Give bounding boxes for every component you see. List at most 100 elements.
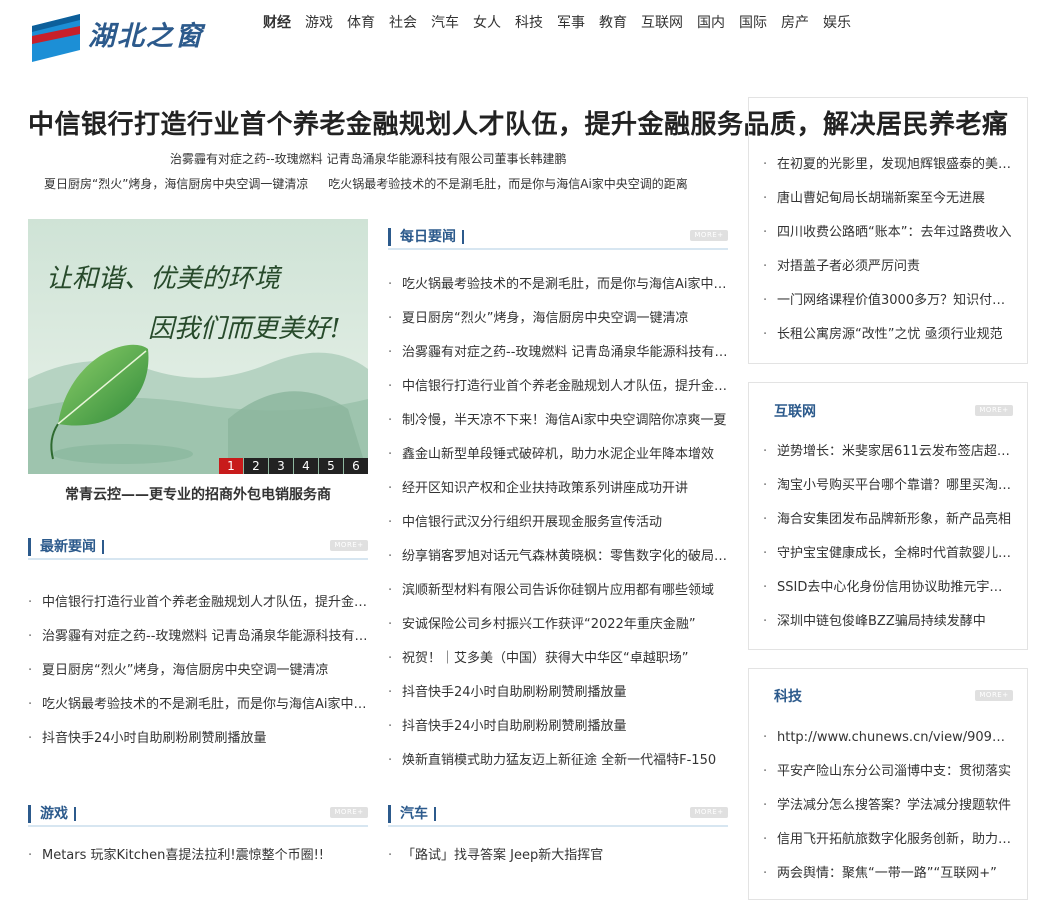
sub-headline-2b[interactable]: 吃火锅最考验技术的不是涮毛肚，而是你与海信Ai家中央空调的距离 <box>328 177 688 191</box>
nav-item[interactable]: 汽车 <box>424 12 466 32</box>
more-button[interactable]: MORE+ <box>690 230 728 241</box>
list-item[interactable]: 抖音快手24小时自助刷粉刷赞刷播放量 <box>28 722 368 756</box>
tech-header: 科技 MORE+ <box>774 686 1013 706</box>
latest-news-section: 最新要闻 MORE+ 中信银行打造行业首个养老金融规划人才队伍，提升金融服务品质… <box>28 536 368 756</box>
nav-item[interactable]: 互联网 <box>634 12 690 32</box>
sub-headline-2a[interactable]: 夏日厨房“烈火”烤身，海信厨房中央空调一键清凉 <box>44 177 308 191</box>
slideshow-caption[interactable]: 常青云控——更专业的招商外包电销服务商 <box>28 484 368 504</box>
logo-emblem-icon <box>32 14 80 62</box>
list-item[interactable]: 抖音快手24小时自助刷粉刷赞刷播放量 <box>388 710 728 744</box>
list-item[interactable]: 逆势增长：米斐家居611云发布签店超预期 <box>763 435 1013 469</box>
list-item[interactable]: 平安产险山东分公司淄博中支：贯彻落实 <box>763 755 1013 789</box>
list-item[interactable]: 一门网络课程价值3000多万？知识付费乱象 <box>763 284 1013 318</box>
list-item[interactable]: Metars 玩家Kitchen喜提法拉利!震惊整个币圈!! <box>28 839 368 873</box>
list-item[interactable]: 治雾霾有对症之药--玫瑰燃料 记青岛涌泉华能源科技有限公司董事长 <box>388 336 728 370</box>
games-section: 游戏 MORE+ Metars 玩家Kitchen喜提法拉利!震惊整个币圈!! <box>28 803 368 873</box>
slideshow-page-button[interactable]: 1 <box>219 458 243 474</box>
list-item[interactable]: 焕新直销模式助力猛友迈上新征途 全新一代福特F-150 <box>388 744 728 778</box>
list-item[interactable]: 治雾霾有对症之药--玫瑰燃料 记青岛涌泉华能源科技有限公司董事长 <box>28 620 368 654</box>
tech-list: http://www.chunews.cn/view/9093.html平安产险… <box>763 721 1013 891</box>
latest-news-header: 最新要闻 MORE+ <box>28 536 368 560</box>
list-item[interactable]: 安诚保险公司乡村振兴工作获评“2022年重庆金融” <box>388 608 728 642</box>
side-top-box: 在初夏的光影里，发现旭辉银盛泰的美好生活唐山曹妃甸局长胡瑞新案至今无进展四川收费… <box>748 97 1028 364</box>
tech-title[interactable]: 科技 <box>774 689 802 705</box>
more-button[interactable]: MORE+ <box>330 540 368 551</box>
sub-headline-1[interactable]: 治雾霾有对症之药--玫瑰燃料 记青岛涌泉华能源科技有限公司董事长韩建鹏 <box>170 150 566 167</box>
nav-item[interactable]: 房产 <box>774 12 816 32</box>
list-item[interactable]: 学法减分怎么搜答案？学法减分搜题软件 <box>763 789 1013 823</box>
list-item[interactable]: 夏日厨房“烈火”烤身，海信厨房中央空调一键清凉 <box>388 302 728 336</box>
list-item[interactable]: 抖音快手24小时自助刷粉刷赞刷播放量 <box>388 676 728 710</box>
list-item[interactable]: 四川收费公路晒“账本”：去年过路费收入 <box>763 216 1013 250</box>
auto-title[interactable]: 汽车 <box>388 805 436 823</box>
list-item[interactable]: 吃火锅最考验技术的不是涮毛肚，而是你与海信Ai家中央空调的距离 <box>388 268 728 302</box>
list-item[interactable]: http://www.chunews.cn/view/9093.html <box>763 721 1013 755</box>
games-header: 游戏 MORE+ <box>28 803 368 827</box>
list-item[interactable]: 滨顺新型材料有限公司告诉你硅钢片应用都有哪些领域 <box>388 574 728 608</box>
nav-item[interactable]: 财经 <box>263 12 298 32</box>
nav-item[interactable]: 体育 <box>340 12 382 32</box>
list-item[interactable]: 经开区知识产权和企业扶持政策系列讲座成功开讲 <box>388 472 728 506</box>
more-button[interactable]: MORE+ <box>330 807 368 818</box>
list-item[interactable]: 长租公寓房源“改性”之忧 亟须行业规范 <box>763 318 1013 352</box>
nav-item[interactable]: 军事 <box>550 12 592 32</box>
list-item[interactable]: 中信银行武汉分行组织开展现金服务宣传活动 <box>388 506 728 540</box>
slideshow-page-button[interactable]: 6 <box>344 458 368 474</box>
games-title[interactable]: 游戏 <box>28 805 76 823</box>
slideshow-page-button[interactable]: 3 <box>269 458 293 474</box>
slideshow-page-button[interactable]: 4 <box>294 458 318 474</box>
list-item[interactable]: 祝贺！｜艾多美（中国）获得大中华区“卓越职场” <box>388 642 728 676</box>
daily-news-title[interactable]: 每日要闻 <box>388 228 464 246</box>
daily-news-header: 每日要闻 MORE+ <box>388 226 728 250</box>
list-item[interactable]: 海合安集团发布品牌新形象，新产品亮相 <box>763 503 1013 537</box>
list-item[interactable]: 中信银行打造行业首个养老金融规划人才队伍，提升金融服务品质 <box>28 586 368 620</box>
nav-item[interactable]: 游戏 <box>298 12 340 32</box>
sub-headline-row: 夏日厨房“烈火”烤身，海信厨房中央空调一键清凉 吃火锅最考验技术的不是涮毛肚，而… <box>44 175 704 192</box>
list-item[interactable]: 两会舆情：聚焦“一带一路”“互联网+” <box>763 857 1013 891</box>
internet-header: 互联网 MORE+ <box>774 401 1013 421</box>
slideshow[interactable]: 让和谐、优美的环境 因我们而更美好! 123456 <box>28 219 368 474</box>
list-item[interactable]: 「路试」找寻答案 Jeep新大指挥官 <box>388 839 728 873</box>
games-list: Metars 玩家Kitchen喜提法拉利!震惊整个币圈!! <box>28 839 368 873</box>
internet-list: 逆势增长：米斐家居611云发布签店超预期淘宝小号购买平台哪个靠谱？哪里买淘宝小号… <box>763 435 1013 639</box>
list-item[interactable]: 纷享销客罗旭对话元气森林黄晓枫：零售数字化的破局之道 <box>388 540 728 574</box>
latest-news-title[interactable]: 最新要闻 <box>28 538 104 556</box>
nav-item[interactable]: 科技 <box>508 12 550 32</box>
nav-item[interactable]: 娱乐 <box>816 12 858 32</box>
banner-text-1: 让和谐、优美的环境 <box>46 264 283 294</box>
logo-text[interactable]: 湖北之窗 <box>88 14 204 53</box>
nav-item[interactable]: 女人 <box>466 12 508 32</box>
auto-list: 「路试」找寻答案 Jeep新大指挥官 <box>388 839 728 873</box>
list-item[interactable]: 淘宝小号购买平台哪个靠谱？哪里买淘宝小号 <box>763 469 1013 503</box>
list-item[interactable]: 夏日厨房“烈火”烤身，海信厨房中央空调一键清凉 <box>28 654 368 688</box>
list-item[interactable]: SSID去中心化身份信用协议助推元宇宙发展 <box>763 571 1013 605</box>
auto-header: 汽车 MORE+ <box>388 803 728 827</box>
nav-item[interactable]: 国内 <box>690 12 732 32</box>
more-button[interactable]: MORE+ <box>975 690 1013 701</box>
list-item[interactable]: 吃火锅最考验技术的不是涮毛肚，而是你与海信Ai家中央空调的距离 <box>28 688 368 722</box>
banner-text-2: 因我们而更美好! <box>148 314 340 344</box>
list-item[interactable]: 鑫金山新型单段锤式破碎机，助力水泥企业年降本增效 <box>388 438 728 472</box>
auto-section: 汽车 MORE+ 「路试」找寻答案 Jeep新大指挥官 <box>388 803 728 873</box>
more-button[interactable]: MORE+ <box>690 807 728 818</box>
internet-section: 互联网 MORE+ 逆势增长：米斐家居611云发布签店超预期淘宝小号购买平台哪个… <box>748 382 1028 650</box>
list-item[interactable]: 制冷慢，半天凉不下来！海信Ai家中央空调陪你凉爽一夏 <box>388 404 728 438</box>
list-item[interactable]: 深圳中链包俊峰BZZ骗局持续发酵中 <box>763 605 1013 639</box>
list-item[interactable]: 信用飞开拓航旅数字化服务创新，助力行业 <box>763 823 1013 857</box>
list-item[interactable]: 唐山曹妃甸局长胡瑞新案至今无进展 <box>763 182 1013 216</box>
more-button[interactable]: MORE+ <box>975 405 1013 416</box>
nav-item[interactable]: 国际 <box>732 12 774 32</box>
internet-title[interactable]: 互联网 <box>774 404 816 420</box>
nav-item[interactable]: 教育 <box>592 12 634 32</box>
daily-news-section: 每日要闻 MORE+ 吃火锅最考验技术的不是涮毛肚，而是你与海信Ai家中央空调的… <box>388 226 728 778</box>
daily-news-list: 吃火锅最考验技术的不是涮毛肚，而是你与海信Ai家中央空调的距离夏日厨房“烈火”烤… <box>388 268 728 778</box>
slideshow-page-button[interactable]: 2 <box>244 458 268 474</box>
list-item[interactable]: 中信银行打造行业首个养老金融规划人才队伍，提升金融服务品质 <box>388 370 728 404</box>
latest-news-list: 中信银行打造行业首个养老金融规划人才队伍，提升金融服务品质治雾霾有对症之药--玫… <box>28 586 368 756</box>
list-item[interactable]: 对捂盖子者必须严厉问责 <box>763 250 1013 284</box>
tech-section: 科技 MORE+ http://www.chunews.cn/view/9093… <box>748 668 1028 900</box>
list-item[interactable]: 在初夏的光影里，发现旭辉银盛泰的美好生活 <box>763 148 1013 182</box>
list-item[interactable]: 守护宝宝健康成长，全棉时代首款婴儿纸尿裤 <box>763 537 1013 571</box>
nav-item[interactable]: 社会 <box>382 12 424 32</box>
slideshow-page-button[interactable]: 5 <box>319 458 343 474</box>
